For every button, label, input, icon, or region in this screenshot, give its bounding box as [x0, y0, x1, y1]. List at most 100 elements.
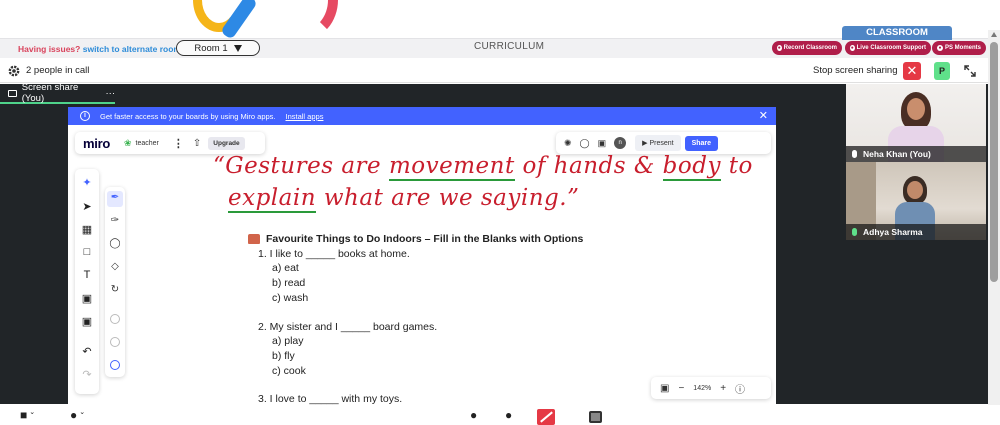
chat-icon[interactable]: ●: [505, 408, 512, 422]
upgrade-button[interactable]: Upgrade: [208, 136, 245, 150]
classroom-tab[interactable]: CLASSROOM: [842, 26, 952, 40]
scrollbar-thumb[interactable]: [990, 42, 998, 282]
zoom-bar: ▣ − 142% + ⓘ: [651, 377, 771, 399]
option: a) play: [272, 335, 304, 348]
issues-message: Having issues? switch to alternate room: [18, 44, 181, 54]
handwritten-quote-line-1: “Gestures are movement of hands & body t…: [213, 153, 753, 181]
select-cursor-icon[interactable]: ➤: [75, 200, 99, 213]
kebab-menu-icon[interactable]: ⋮: [173, 137, 184, 150]
info-icon: i: [80, 111, 90, 121]
page-scrollbar[interactable]: [988, 30, 1000, 410]
highlighter-icon[interactable]: ✑: [105, 215, 125, 226]
sticky-note-icon[interactable]: □: [75, 246, 99, 258]
share-button[interactable]: Share: [684, 135, 719, 151]
miro-board-bar: miro ❀ teacher ⋮ ⇧ Upgrade: [75, 132, 265, 154]
participant-avatar[interactable]: P: [934, 62, 950, 80]
user-avatar[interactable]: n: [614, 137, 627, 149]
eraser-icon[interactable]: ◇: [105, 261, 125, 272]
stop-share-label[interactable]: Stop screen sharing: [813, 65, 898, 76]
undo-icon[interactable]: ↶: [75, 345, 99, 358]
room-selector[interactable]: Room 1: [176, 40, 260, 56]
help-icon[interactable]: ⓘ: [735, 381, 745, 396]
participant-tile[interactable]: Adhya Sharma: [846, 162, 986, 240]
shapes-icon[interactable]: ▣: [75, 292, 99, 305]
participants-icon[interactable]: ●: [470, 408, 477, 422]
install-apps-link[interactable]: Install apps: [286, 112, 324, 121]
stop-share-icon[interactable]: [537, 409, 555, 425]
screen-share-label: Screen share (You): [21, 82, 79, 104]
templates-icon[interactable]: ▦: [75, 223, 99, 236]
quote-part: “Gestures are: [213, 153, 389, 179]
participant-face: [907, 181, 923, 199]
participant-nameplate: Neha Khan (You): [846, 146, 986, 162]
stop-share-button[interactable]: ✕: [903, 62, 921, 80]
pen-icon[interactable]: ✒: [105, 192, 125, 203]
app-window: CLASSROOM Having issues? switch to alter…: [0, 0, 1000, 425]
record-label: Record Classroom: [783, 45, 837, 51]
zoom-in-icon[interactable]: +: [720, 383, 726, 394]
color-swatch-2[interactable]: [110, 337, 120, 347]
ai-sparkle-icon[interactable]: ✦: [75, 176, 99, 189]
worksheet-title-text: Favourite Things to Do Indoors – Fill in…: [266, 233, 584, 245]
text-tool-icon[interactable]: T: [75, 269, 99, 281]
main-toolbar: ✦ ➤ ▦ □ T ▣ ▣ ↶ ↷: [75, 169, 99, 394]
record-classroom-button[interactable]: ● Record Classroom: [772, 41, 842, 55]
camera-icon[interactable]: ■ ⌄: [20, 408, 35, 422]
color-swatch-1[interactable]: [110, 314, 120, 324]
zoom-level[interactable]: 142%: [693, 385, 711, 392]
quote-underlined-word: explain: [228, 185, 317, 213]
banner-text: Get faster access to your boards by usin…: [100, 111, 276, 121]
video-icon[interactable]: ▣: [598, 138, 607, 149]
option: b) fly: [272, 349, 295, 362]
microphone-icon[interactable]: ● ⌄: [70, 408, 85, 422]
miro-logo[interactable]: miro: [83, 136, 110, 151]
zoom-out-icon[interactable]: −: [678, 383, 684, 394]
add-icon[interactable]: ▣: [75, 315, 99, 328]
alternate-room-link[interactable]: switch to alternate room: [83, 44, 181, 54]
board-name[interactable]: teacher: [136, 140, 159, 147]
chevron-down-icon[interactable]: ⌄: [79, 409, 85, 416]
miro-collab-bar: ✺ ◯ ▣ n ▶ Present Share: [556, 132, 771, 154]
moments-icon: ●: [937, 45, 943, 51]
gear-icon[interactable]: [7, 64, 21, 78]
whiteboard-icon[interactable]: [589, 411, 602, 423]
close-icon[interactable]: ✕: [759, 109, 768, 122]
scroll-up-icon[interactable]: [991, 32, 997, 37]
reactions-icon[interactable]: ✺: [564, 138, 572, 149]
worksheet-title: Favourite Things to Do Indoors – Fill in…: [248, 232, 583, 247]
smart-draw-icon[interactable]: ◯: [105, 238, 125, 249]
room-selector-label: Room 1: [194, 42, 228, 54]
participant-name: Neha Khan (You): [863, 149, 931, 159]
moments-button[interactable]: ● PS Moments: [932, 41, 986, 55]
curriculum-label[interactable]: CURRICULUM: [474, 41, 544, 52]
quote-underlined-word: body: [662, 153, 721, 181]
handwritten-quote-line-2: explain what are we saying.”: [228, 185, 580, 213]
question: 3. I love to _____ with my toys.: [258, 393, 403, 405]
more-options-icon[interactable]: ···: [106, 88, 116, 99]
present-label: Present: [649, 140, 674, 147]
upload-icon[interactable]: ⇧: [193, 138, 201, 149]
expand-icon[interactable]: [963, 64, 977, 78]
house-icon: [248, 234, 260, 245]
option: a) eat: [272, 262, 299, 275]
comment-icon[interactable]: ◯: [580, 138, 590, 149]
participant-tile[interactable]: Neha Khan (You): [846, 84, 986, 162]
monitor-icon: [8, 89, 17, 97]
live-support-label: Live Classroom Support: [856, 45, 926, 51]
live-support-button[interactable]: ● Live Classroom Support: [845, 41, 931, 55]
redo-icon[interactable]: ↷: [75, 368, 99, 381]
chevron-down-icon[interactable]: ⌄: [29, 409, 35, 416]
logo-arc-red: [268, 0, 338, 40]
present-button[interactable]: ▶ Present: [635, 135, 681, 151]
worksheet: Favourite Things to Do Indoors – Fill in…: [248, 232, 583, 405]
participant-nameplate: Adhya Sharma: [846, 224, 986, 240]
quote-part: what are we saying.”: [316, 185, 580, 211]
fit-to-screen-icon[interactable]: ▣: [660, 383, 669, 394]
install-banner: i Get faster access to your boards by us…: [68, 107, 776, 125]
color-swatch-3[interactable]: [110, 360, 120, 370]
participant-face: [907, 98, 925, 120]
lasso-icon[interactable]: ↻: [105, 284, 125, 295]
screen-share-tab[interactable]: Screen share (You) ···: [0, 82, 116, 104]
mic-active-icon: [852, 228, 857, 236]
